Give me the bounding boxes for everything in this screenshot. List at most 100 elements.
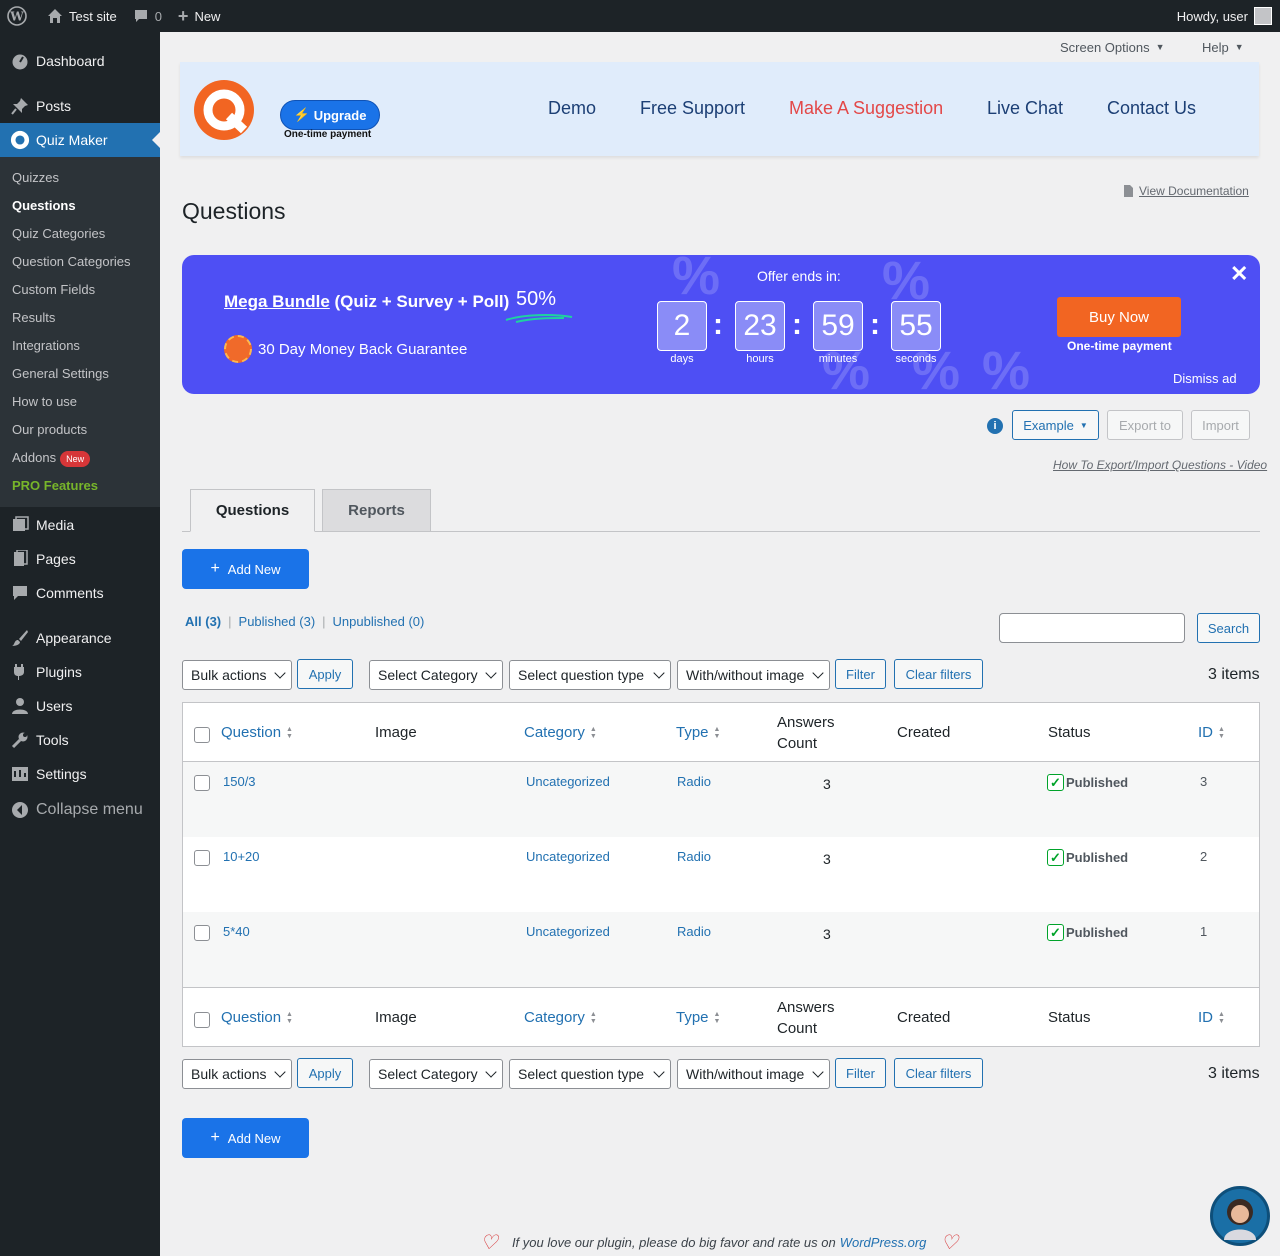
submenu-question-categories[interactable]: Question Categories xyxy=(0,248,160,276)
question-type-select[interactable]: Select question type xyxy=(509,660,671,690)
column-category[interactable]: Category ▲ ▼ xyxy=(524,703,597,762)
submenu-results[interactable]: Results xyxy=(0,304,160,332)
submenu-our-products[interactable]: Our products xyxy=(0,416,160,444)
import-button[interactable]: Import xyxy=(1191,410,1250,440)
select-all-checkbox-bottom[interactable] xyxy=(194,1012,210,1028)
menu-tools[interactable]: Tools xyxy=(0,723,160,757)
menu-users[interactable]: Users xyxy=(0,689,160,723)
comments-count: 0 xyxy=(154,8,162,24)
type-link[interactable]: Radio xyxy=(677,849,711,864)
example-dropdown-button[interactable]: Example ▼ xyxy=(1012,410,1099,440)
category-link[interactable]: Uncategorized xyxy=(526,924,610,939)
add-new-button-bottom[interactable]: + Add New xyxy=(182,1118,309,1158)
column-id[interactable]: ID ▲ ▼ xyxy=(1198,703,1225,762)
wordpress-logo-icon[interactable]: W xyxy=(0,0,35,32)
menu-pages[interactable]: Pages xyxy=(0,542,160,576)
export-button[interactable]: Export to xyxy=(1107,410,1183,440)
row-checkbox[interactable] xyxy=(194,925,210,941)
menu-posts[interactable]: Posts xyxy=(0,89,160,123)
question-type-select-bottom[interactable]: Select question type xyxy=(509,1059,671,1089)
submenu-pro-features[interactable]: PRO Features xyxy=(0,472,160,500)
category-link[interactable]: Uncategorized xyxy=(526,849,610,864)
column-type[interactable]: Type ▲ ▼ xyxy=(676,988,720,1047)
filter-button[interactable]: Filter xyxy=(835,659,886,689)
nav-free-support[interactable]: Free Support xyxy=(640,98,745,119)
submenu-general-settings[interactable]: General Settings xyxy=(0,360,160,388)
view-all-link[interactable]: All (3) xyxy=(185,614,221,629)
apply-button-bottom[interactable]: Apply xyxy=(297,1058,353,1088)
image-filter-select[interactable]: With/without image xyxy=(677,660,830,690)
filter-button-bottom[interactable]: Filter xyxy=(835,1058,886,1088)
my-account-link[interactable]: Howdy, user xyxy=(1169,0,1280,32)
wordpress-org-link[interactable]: WordPress.org xyxy=(840,1235,927,1250)
quiz-maker-logo-icon[interactable] xyxy=(194,80,255,141)
clear-filters-button-bottom[interactable]: Clear filters xyxy=(894,1058,983,1088)
type-link[interactable]: Radio xyxy=(677,924,711,939)
close-icon[interactable]: ✕ xyxy=(1230,261,1248,287)
tab-questions[interactable]: Questions xyxy=(190,489,315,532)
comments-link[interactable]: 0 xyxy=(125,0,170,32)
upgrade-button[interactable]: ⚡ Upgrade xyxy=(280,100,380,130)
submenu-how-to-use[interactable]: How to use xyxy=(0,388,160,416)
clear-filters-button[interactable]: Clear filters xyxy=(894,659,983,689)
column-type[interactable]: Type ▲ ▼ xyxy=(676,703,720,762)
submenu-quiz-categories[interactable]: Quiz Categories xyxy=(0,220,160,248)
live-chat-avatar-button[interactable] xyxy=(1210,1186,1270,1246)
submenu-questions[interactable]: Questions xyxy=(0,192,160,220)
category-select[interactable]: Select Category xyxy=(369,660,503,690)
view-published-link[interactable]: Published (3) xyxy=(239,614,316,629)
sort-icon: ▲ ▼ xyxy=(286,725,293,740)
submenu-custom-fields[interactable]: Custom Fields xyxy=(0,276,160,304)
submenu-addons[interactable]: Addons New xyxy=(0,444,160,472)
nav-contact-us[interactable]: Contact Us xyxy=(1107,98,1196,119)
menu-media[interactable]: Media xyxy=(0,508,160,542)
bulk-actions-select[interactable]: Bulk actions xyxy=(182,660,292,690)
row-checkbox[interactable] xyxy=(194,850,210,866)
category-select-bottom[interactable]: Select Category xyxy=(369,1059,503,1089)
screen-options-button[interactable]: Screen Options ▼ xyxy=(1060,34,1165,60)
submenu-integrations[interactable]: Integrations xyxy=(0,332,160,360)
info-icon[interactable]: i xyxy=(987,418,1003,434)
search-input[interactable] xyxy=(999,613,1185,643)
export-import-video-link[interactable]: How To Export/Import Questions - Video xyxy=(1053,458,1267,472)
nav-live-chat[interactable]: Live Chat xyxy=(987,98,1063,119)
site-name-link[interactable]: Test site xyxy=(35,0,125,32)
view-documentation-link[interactable]: View Documentation xyxy=(1123,184,1249,198)
menu-comments[interactable]: Comments xyxy=(0,576,160,610)
nav-make-a-suggestion[interactable]: Make A Suggestion xyxy=(789,98,943,119)
select-all-checkbox[interactable] xyxy=(194,727,210,743)
submenu-quizzes[interactable]: Quizzes xyxy=(0,164,160,192)
table-header: Question ▲ ▼ Image Category ▲ ▼ Type ▲ ▼ Answe… xyxy=(183,703,1259,762)
question-link[interactable]: 10+20 xyxy=(223,849,260,864)
add-new-button[interactable]: + Add New xyxy=(182,549,309,589)
column-question[interactable]: Question ▲ ▼ xyxy=(221,703,293,762)
bulk-actions-select-bottom[interactable]: Bulk actions xyxy=(182,1059,292,1089)
column-category[interactable]: Category ▲ ▼ xyxy=(524,988,597,1047)
dismiss-ad-link[interactable]: Dismiss ad xyxy=(1173,371,1237,386)
new-content-link[interactable]: + New xyxy=(170,0,229,32)
type-link[interactable]: Radio xyxy=(677,774,711,789)
mega-bundle-link[interactable]: Mega Bundle xyxy=(224,292,330,311)
caret-down-icon: ▼ xyxy=(1234,42,1244,52)
tab-reports[interactable]: Reports xyxy=(322,489,431,532)
column-question[interactable]: Question ▲ ▼ xyxy=(221,988,293,1047)
nav-demo[interactable]: Demo xyxy=(548,98,596,119)
buy-now-button[interactable]: Buy Now xyxy=(1057,297,1181,337)
question-link[interactable]: 5*40 xyxy=(223,924,250,939)
apply-button[interactable]: Apply xyxy=(297,659,353,689)
view-unpublished-link[interactable]: Unpublished (0) xyxy=(333,614,425,629)
menu-appearance[interactable]: Appearance xyxy=(0,621,160,655)
help-button[interactable]: Help ▼ xyxy=(1202,34,1244,60)
menu-plugins[interactable]: Plugins xyxy=(0,655,160,689)
image-filter-select-bottom[interactable]: With/without image xyxy=(677,1059,830,1089)
menu-settings[interactable]: Settings xyxy=(0,757,160,791)
search-button[interactable]: Search xyxy=(1197,613,1260,643)
question-link[interactable]: 150/3 xyxy=(223,774,256,789)
category-link[interactable]: Uncategorized xyxy=(526,774,610,789)
column-id[interactable]: ID ▲ ▼ xyxy=(1198,988,1225,1047)
menu-dashboard[interactable]: Dashboard xyxy=(0,44,160,78)
menu-quiz-maker[interactable]: Quiz Maker xyxy=(0,123,160,157)
menu-appearance-label: Appearance xyxy=(36,630,112,646)
row-checkbox[interactable] xyxy=(194,775,210,791)
collapse-menu-button[interactable]: Collapse menu xyxy=(0,793,160,827)
